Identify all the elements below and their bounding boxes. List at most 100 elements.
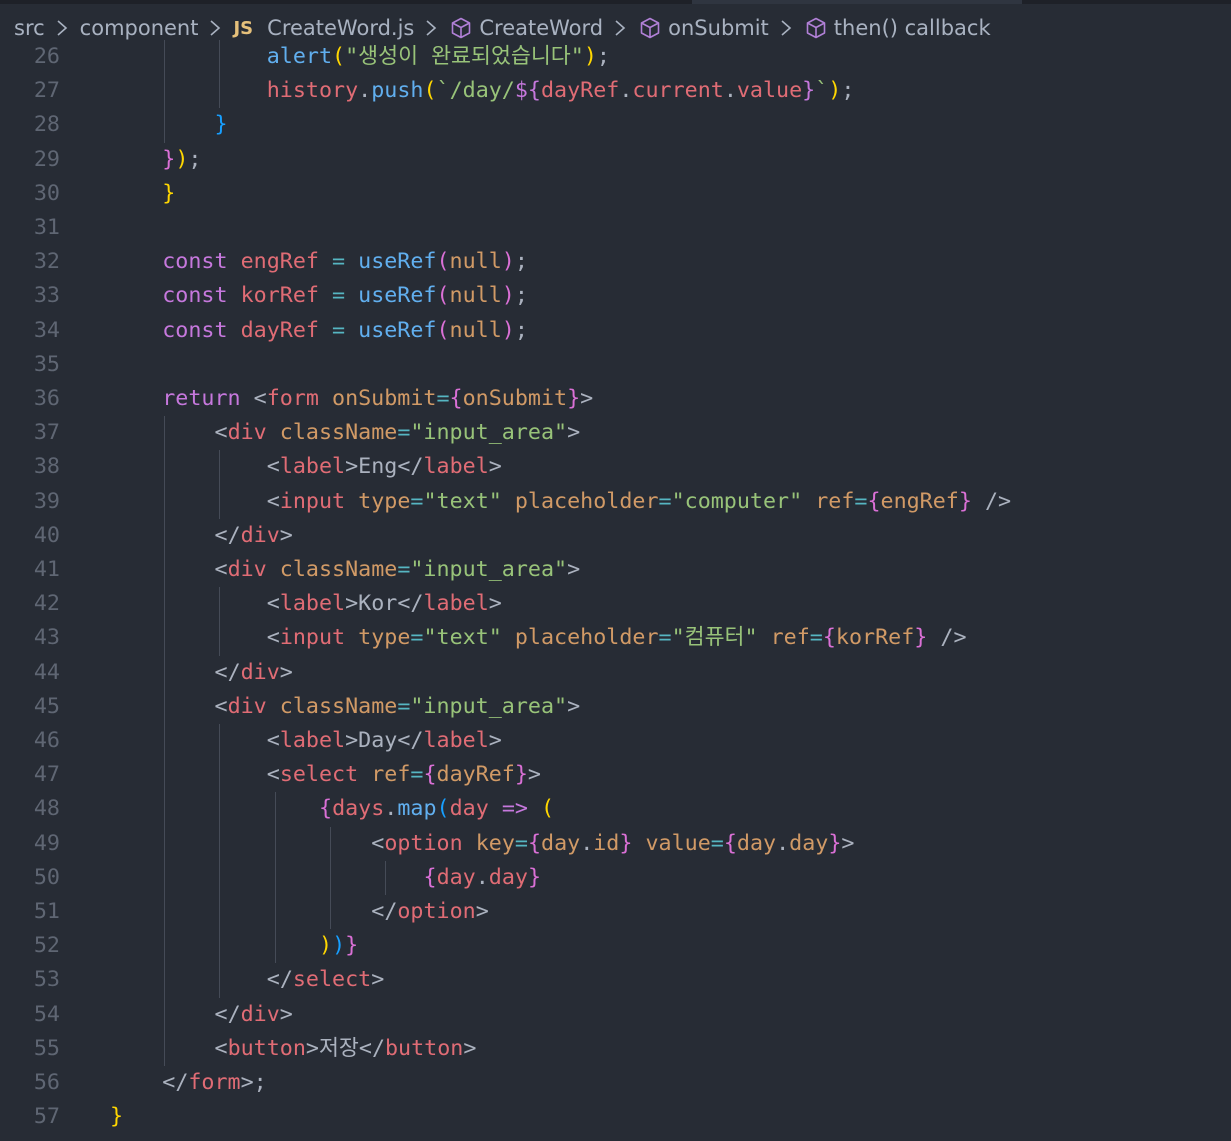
code-line[interactable]: 44 </div> <box>0 656 1231 690</box>
code-line[interactable]: 55 <button>저장</button> <box>0 1032 1231 1066</box>
line-number: 26 <box>33 44 60 69</box>
line-number: 56 <box>33 1070 60 1095</box>
code-text: } <box>110 1104 124 1130</box>
code-text: } <box>162 180 176 206</box>
chevron-right-icon <box>610 16 630 40</box>
line-number: 37 <box>33 420 60 446</box>
code-text: </option> <box>371 899 489 924</box>
code-line[interactable]: 54 </div> <box>0 998 1231 1032</box>
code-line[interactable]: 29 }); <box>0 143 1231 177</box>
code-text: <input type="text" placeholder="컴퓨터" ref… <box>266 625 967 651</box>
breadcrumb-item-createword[interactable]: CreateWord <box>449 16 603 40</box>
code-line[interactable]: 42 <label>Kor</label> <box>0 587 1231 621</box>
code-line[interactable]: 32 const engRef = useRef(null); <box>0 245 1231 279</box>
code-line[interactable]: 43 <input type="text" placeholder="컴퓨터" … <box>0 621 1231 655</box>
indent-guide <box>329 826 331 930</box>
breadcrumb-label: component <box>79 16 199 40</box>
code-text: <div className="input_area"> <box>214 557 581 582</box>
indent-guide <box>219 450 221 519</box>
code-text: <label>Day</label> <box>266 728 502 753</box>
code-editor[interactable]: 26 alert("생성이 완료되었습니다"); 27 history.push(… <box>0 40 1231 1141</box>
line-number: 30 <box>33 180 60 206</box>
code-text: {days.map(day => ( <box>319 796 555 822</box>
code-line[interactable]: 53 </select> <box>0 963 1231 997</box>
chevron-right-icon <box>205 16 225 40</box>
line-number: 31 <box>33 215 60 240</box>
code-text: } <box>214 112 228 138</box>
code-line[interactable]: 56 </form>; <box>0 1066 1231 1100</box>
cube-icon <box>804 16 828 40</box>
cube-icon <box>449 16 473 40</box>
code-line[interactable]: 27 history.push(`/day/${dayRef.current.v… <box>0 74 1231 108</box>
breadcrumb-label: onSubmit <box>668 16 769 40</box>
code-line[interactable]: 45 <div className="input_area"> <box>0 690 1231 724</box>
code-line[interactable]: 57} <box>0 1100 1231 1134</box>
code-line[interactable]: 50 {day.day} <box>0 861 1231 895</box>
top-tab-strip <box>0 0 1231 4</box>
code-line[interactable]: 39 <input type="text" placeholder="compu… <box>0 485 1231 519</box>
line-number: 39 <box>33 488 60 514</box>
line-number: 36 <box>33 386 60 411</box>
line-number: 55 <box>33 1035 60 1061</box>
line-number: 34 <box>33 317 60 343</box>
code-text: </div> <box>214 659 293 685</box>
line-number: 44 <box>33 659 60 685</box>
chevron-right-icon <box>52 16 72 40</box>
indent-guide <box>164 416 166 1066</box>
breadcrumb-item-file[interactable]: JS CreateWord.js <box>233 16 414 40</box>
line-number: 50 <box>33 864 60 890</box>
code-line[interactable]: 48 {days.map(day => ( <box>0 792 1231 826</box>
code-line[interactable]: 30 } <box>0 177 1231 211</box>
code-line[interactable]: 51 </option> <box>0 895 1231 929</box>
code-text: ))} <box>319 933 359 959</box>
code-text: <div className="input_area"> <box>214 693 581 719</box>
code-line[interactable]: 34 const dayRef = useRef(null); <box>0 314 1231 348</box>
code-text: </div> <box>214 1001 293 1027</box>
line-number: 57 <box>33 1104 60 1130</box>
code-line[interactable]: 33 const korRef = useRef(null); <box>0 279 1231 313</box>
code-text: const korRef = useRef(null); <box>162 283 528 309</box>
line-number: 35 <box>33 351 60 377</box>
code-text: return <form onSubmit={onSubmit}> <box>162 386 594 411</box>
breadcrumb-item-then-callback[interactable]: then() callback <box>804 16 991 40</box>
code-text: <option key={day.id} value={day.day}> <box>371 830 855 856</box>
line-number: 51 <box>33 899 60 924</box>
line-number: 46 <box>33 728 60 753</box>
code-line[interactable]: 52 ))} <box>0 929 1231 963</box>
breadcrumb-item-onsubmit[interactable]: onSubmit <box>638 16 769 40</box>
indent-guide <box>385 860 386 895</box>
code-line[interactable]: 37 <div className="input_area"> <box>0 416 1231 450</box>
indent-guide <box>274 792 276 964</box>
breadcrumb-item-component[interactable]: component <box>80 16 199 40</box>
line-number: 54 <box>33 1001 60 1027</box>
line-number: 52 <box>33 933 60 959</box>
code-line[interactable]: 36 return <form onSubmit={onSubmit}> <box>0 382 1231 416</box>
breadcrumb-item-src[interactable]: src <box>14 16 45 40</box>
line-number: 42 <box>33 591 60 617</box>
code-text: {day.day} <box>423 864 542 890</box>
code-text: <select ref={dayRef}> <box>266 762 541 788</box>
code-line[interactable]: 35 <box>0 348 1231 382</box>
line-number: 40 <box>33 522 60 548</box>
code-line[interactable]: 46 <label>Day</label> <box>0 724 1231 758</box>
code-text: alert("생성이 완료되었습니다"); <box>266 44 610 69</box>
code-text: <input type="text" placeholder="computer… <box>266 488 1012 514</box>
code-line[interactable]: 49 <option key={day.id} value={day.day}> <box>0 827 1231 861</box>
line-number: 27 <box>33 78 60 104</box>
line-number: 47 <box>33 762 60 788</box>
indent-guide <box>219 587 221 656</box>
code-line[interactable]: 26 alert("생성이 완료되었습니다"); <box>0 40 1231 74</box>
line-number: 53 <box>33 967 60 993</box>
line-number: 38 <box>33 454 60 480</box>
line-number: 29 <box>33 146 60 172</box>
code-line[interactable]: 40 </div> <box>0 519 1231 553</box>
code-line[interactable]: 38 <label>Eng</label> <box>0 450 1231 484</box>
chevron-right-icon <box>421 16 441 40</box>
code-line[interactable]: 41 <div className="input_area"> <box>0 553 1231 587</box>
code-line[interactable]: 47 <select ref={dayRef}> <box>0 758 1231 792</box>
code-text: <div className="input_area"> <box>214 420 581 446</box>
code-line[interactable]: 28 } <box>0 108 1231 142</box>
line-number: 33 <box>33 283 60 309</box>
code-text: }); <box>162 146 202 172</box>
code-line[interactable]: 31 <box>0 211 1231 245</box>
